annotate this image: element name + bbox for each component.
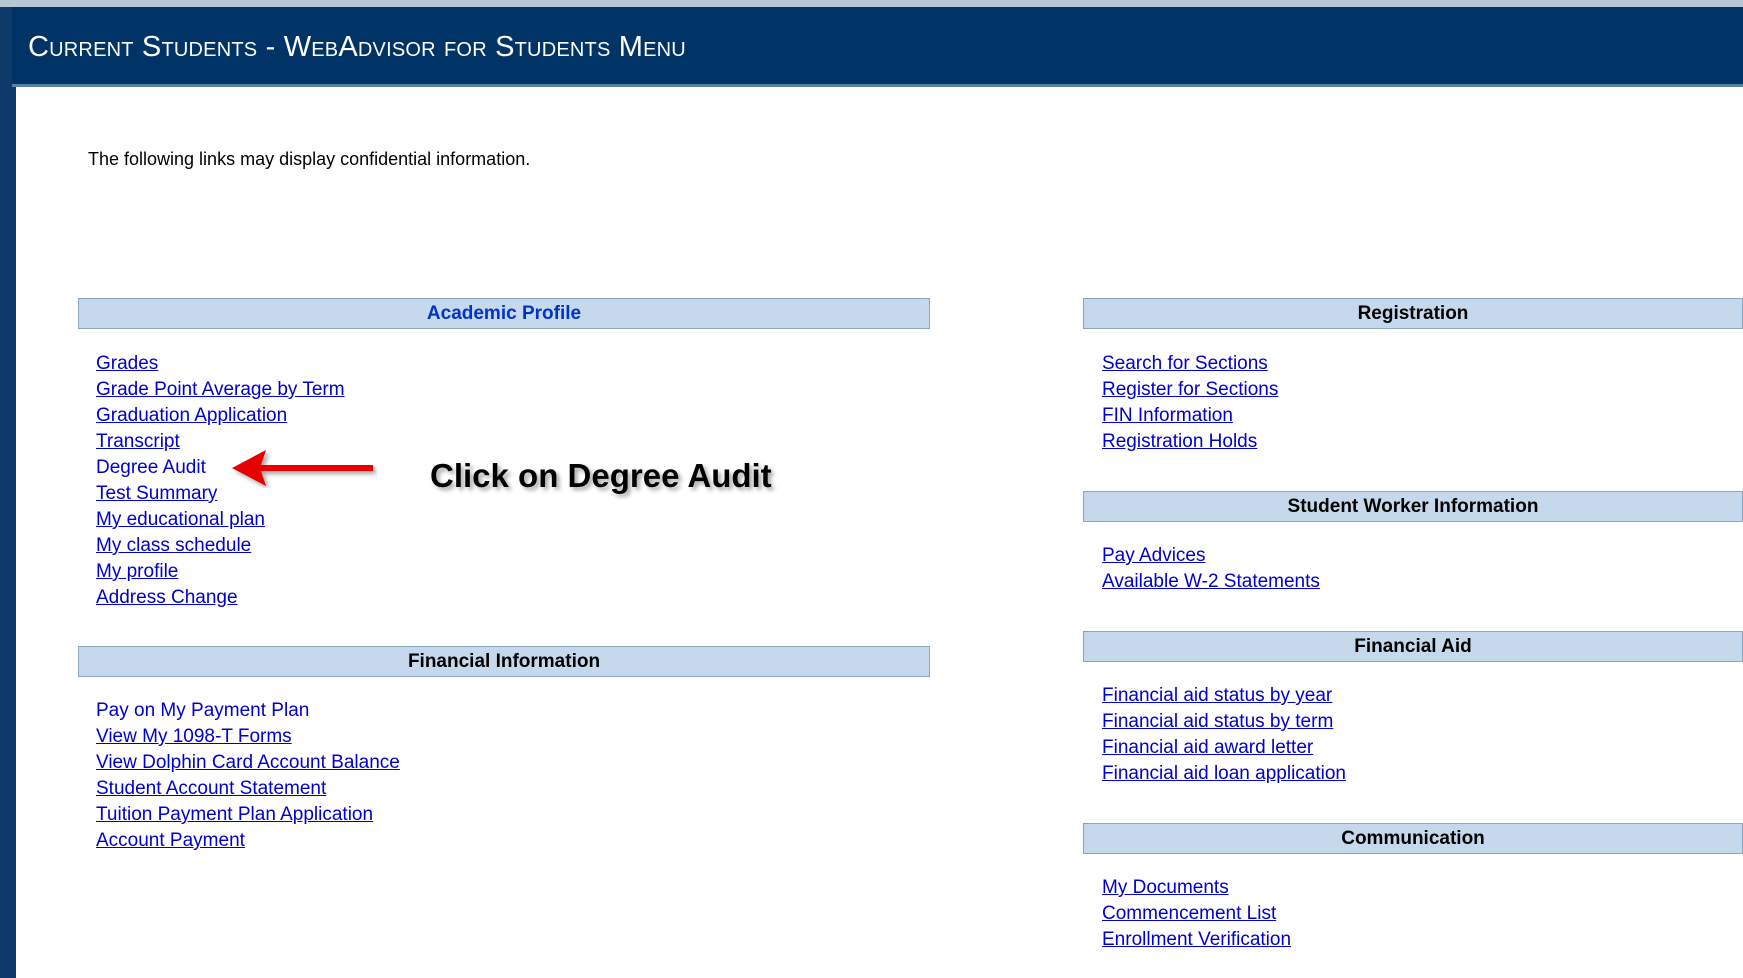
confidential-notice: The following links may display confiden… bbox=[88, 149, 531, 169]
list-item: Pay on My Payment Plan bbox=[96, 698, 400, 724]
link-registration-holds[interactable]: Registration Holds bbox=[1102, 431, 1257, 452]
section-header-communication: Communication bbox=[1083, 823, 1743, 854]
page-title: Current Students - WebAdvisor for Studen… bbox=[28, 31, 686, 63]
red-arrow-icon bbox=[232, 450, 373, 486]
link-search-sections[interactable]: Search for Sections bbox=[1102, 353, 1268, 374]
left-border bbox=[0, 7, 16, 978]
link-graduation-application[interactable]: Graduation Application bbox=[96, 405, 287, 426]
link-address-change[interactable]: Address Change bbox=[96, 587, 238, 608]
link-educational-plan[interactable]: My educational plan bbox=[96, 509, 265, 530]
link-aid-award-letter[interactable]: Financial aid award letter bbox=[1102, 737, 1313, 758]
list-item: Student Account Statement bbox=[96, 776, 400, 802]
list-item: Grade Point Average by Term bbox=[96, 377, 345, 403]
link-w2-statements[interactable]: Available W-2 Statements bbox=[1102, 571, 1320, 592]
link-aid-status-by-term[interactable]: Financial aid status by term bbox=[1102, 711, 1333, 732]
communication-links: My Documents Commencement List Enrollmen… bbox=[1102, 875, 1291, 953]
top-border bbox=[0, 0, 1743, 7]
link-1098t-forms[interactable]: View My 1098-T Forms bbox=[96, 726, 292, 747]
list-item: Tuition Payment Plan Application bbox=[96, 802, 400, 828]
list-item: My profile bbox=[96, 559, 345, 585]
callout-text: Click on Degree Audit bbox=[430, 457, 772, 494]
link-pay-advices[interactable]: Pay Advices bbox=[1102, 545, 1206, 566]
list-item: Account Payment bbox=[96, 828, 400, 854]
list-item: My Documents bbox=[1102, 875, 1291, 901]
section-header-registration: Registration bbox=[1083, 298, 1743, 329]
student-worker-links: Pay Advices Available W-2 Statements bbox=[1102, 543, 1320, 595]
list-item: Search for Sections bbox=[1102, 351, 1278, 377]
link-aid-loan-application[interactable]: Financial aid loan application bbox=[1102, 763, 1346, 784]
section-header-student-worker: Student Worker Information bbox=[1083, 491, 1743, 522]
link-tuition-payment-plan[interactable]: Tuition Payment Plan Application bbox=[96, 804, 373, 825]
list-item: My educational plan bbox=[96, 507, 345, 533]
list-item: Commencement List bbox=[1102, 901, 1291, 927]
list-item: Register for Sections bbox=[1102, 377, 1278, 403]
list-item: View Dolphin Card Account Balance bbox=[96, 750, 400, 776]
list-item: Financial aid status by term bbox=[1102, 709, 1346, 735]
list-item: My class schedule bbox=[96, 533, 345, 559]
list-item: Financial aid status by year bbox=[1102, 683, 1346, 709]
list-item: Registration Holds bbox=[1102, 429, 1278, 455]
section-header-financial-information: Financial Information bbox=[78, 646, 930, 677]
link-grades[interactable]: Grades bbox=[96, 353, 158, 374]
link-register-sections[interactable]: Register for Sections bbox=[1102, 379, 1278, 400]
link-degree-audit[interactable]: Degree Audit bbox=[96, 457, 206, 478]
list-item: Grades bbox=[96, 351, 345, 377]
link-student-account-statement[interactable]: Student Account Statement bbox=[96, 778, 326, 799]
list-item: Financial aid award letter bbox=[1102, 735, 1346, 761]
link-test-summary[interactable]: Test Summary bbox=[96, 483, 217, 504]
link-account-payment[interactable]: Account Payment bbox=[96, 830, 245, 851]
page-header: Current Students - WebAdvisor for Studen… bbox=[12, 7, 1743, 87]
link-aid-status-by-year[interactable]: Financial aid status by year bbox=[1102, 685, 1332, 706]
link-commencement-list[interactable]: Commencement List bbox=[1102, 903, 1276, 924]
list-item: Address Change bbox=[96, 585, 345, 611]
link-my-documents[interactable]: My Documents bbox=[1102, 877, 1229, 898]
financial-aid-links: Financial aid status by year Financial a… bbox=[1102, 683, 1346, 787]
list-item: Pay Advices bbox=[1102, 543, 1320, 569]
list-item: FIN Information bbox=[1102, 403, 1278, 429]
page: Current Students - WebAdvisor for Studen… bbox=[0, 0, 1743, 978]
financial-information-links: Pay on My Payment Plan View My 1098-T Fo… bbox=[96, 698, 400, 854]
link-dolphin-card-balance[interactable]: View Dolphin Card Account Balance bbox=[96, 752, 400, 773]
list-item: Financial aid loan application bbox=[1102, 761, 1346, 787]
link-fin-information[interactable]: FIN Information bbox=[1102, 405, 1233, 426]
link-my-profile[interactable]: My profile bbox=[96, 561, 178, 582]
list-item: Enrollment Verification bbox=[1102, 927, 1291, 953]
registration-links: Search for Sections Register for Section… bbox=[1102, 351, 1278, 455]
list-item: Graduation Application bbox=[96, 403, 345, 429]
link-enrollment-verification[interactable]: Enrollment Verification bbox=[1102, 929, 1291, 950]
link-transcript[interactable]: Transcript bbox=[96, 431, 180, 452]
list-item: View My 1098-T Forms bbox=[96, 724, 400, 750]
link-class-schedule[interactable]: My class schedule bbox=[96, 535, 251, 556]
list-item: Available W-2 Statements bbox=[1102, 569, 1320, 595]
section-header-academic-profile[interactable]: Academic Profile bbox=[78, 298, 930, 329]
link-gpa-by-term[interactable]: Grade Point Average by Term bbox=[96, 379, 345, 400]
link-pay-on-payment-plan[interactable]: Pay on My Payment Plan bbox=[96, 700, 309, 721]
section-header-financial-aid: Financial Aid bbox=[1083, 631, 1743, 662]
